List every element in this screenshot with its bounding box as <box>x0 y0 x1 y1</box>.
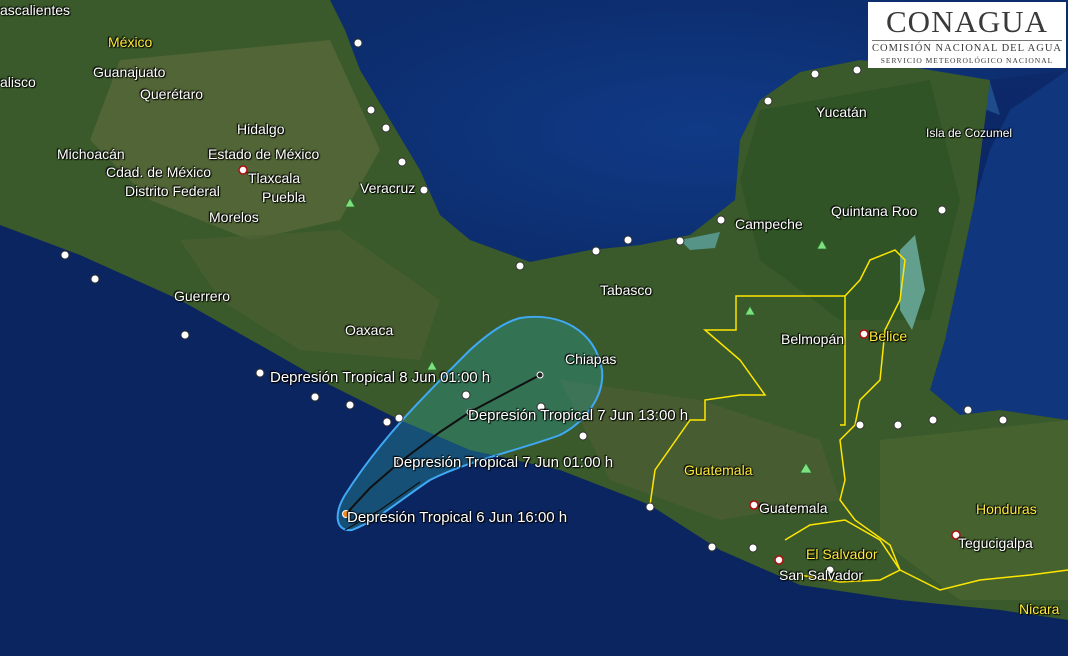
label-guatemala-city[interactable]: Guatemala <box>759 500 827 516</box>
label-san-salvador[interactable]: San Salvador <box>779 567 863 583</box>
city-marker[interactable] <box>810 69 820 79</box>
label-jalisco[interactable]: alisco <box>0 74 36 90</box>
city-marker[interactable] <box>419 185 429 195</box>
city-marker[interactable] <box>937 205 947 215</box>
track-label-8jun[interactable]: Depresión Tropical 8 Jun 01:00 h <box>270 370 490 386</box>
city-marker[interactable] <box>998 415 1008 425</box>
label-queretaro[interactable]: Querétaro <box>140 86 203 102</box>
label-chiapas[interactable]: Chiapas <box>565 351 616 367</box>
label-yucatan[interactable]: Yucatán <box>816 104 867 120</box>
city-marker[interactable] <box>645 502 655 512</box>
city-marker[interactable] <box>381 123 391 133</box>
label-tlaxcala[interactable]: Tlaxcala <box>248 170 300 186</box>
label-guerrero[interactable]: Guerrero <box>174 288 230 304</box>
label-aguascalientes[interactable]: ascalientes <box>0 2 70 18</box>
city-marker[interactable] <box>180 330 190 340</box>
track-label-7jun13[interactable]: Depresión Tropical 7 Jun 13:00 h <box>468 408 688 424</box>
label-michoacan[interactable]: Michoacán <box>57 146 125 162</box>
label-quintana-roo[interactable]: Quintana Roo <box>831 203 917 219</box>
city-marker[interactable] <box>928 415 938 425</box>
conagua-logo: CONAGUA COMISIÓN NACIONAL DEL AGUA SERVI… <box>868 2 1066 68</box>
label-belmopan[interactable]: Belmopán <box>781 331 844 347</box>
label-morelos[interactable]: Morelos <box>209 209 259 225</box>
city-marker[interactable] <box>310 392 320 402</box>
city-marker[interactable] <box>675 236 685 246</box>
label-veracruz[interactable]: Veracruz <box>360 180 415 196</box>
track-label-6jun16[interactable]: Depresión Tropical 6 Jun 16:00 h <box>347 510 567 526</box>
label-edomex[interactable]: Estado de México <box>208 146 319 162</box>
track-label-7jun01[interactable]: Depresión Tropical 7 Jun 01:00 h <box>393 455 613 471</box>
track-point-8jun[interactable] <box>536 371 544 379</box>
city-marker[interactable] <box>623 235 633 245</box>
city-marker[interactable] <box>963 405 973 415</box>
label-honduras[interactable]: Honduras <box>976 501 1037 517</box>
city-marker[interactable] <box>255 368 265 378</box>
label-cozumel[interactable]: Isla de Cozumel <box>926 125 1012 141</box>
city-marker[interactable] <box>763 96 773 106</box>
logo-line1: COMISIÓN NACIONAL DEL AGUA <box>871 43 1062 54</box>
city-marker[interactable] <box>855 420 865 430</box>
city-marker[interactable] <box>397 157 407 167</box>
city-marker[interactable] <box>515 261 525 271</box>
label-nicaragua[interactable]: Nicara <box>1019 601 1059 617</box>
city-marker[interactable] <box>461 390 471 400</box>
city-marker[interactable] <box>382 417 392 427</box>
capital-marker-guatemala[interactable] <box>749 500 759 510</box>
label-oaxaca[interactable]: Oaxaca <box>345 322 393 338</box>
label-guatemala-country[interactable]: Guatemala <box>684 462 752 478</box>
label-tabasco[interactable]: Tabasco <box>600 282 652 298</box>
capital-marker-san-salvador[interactable] <box>774 555 784 565</box>
logo-name: CONAGUA <box>886 4 1048 39</box>
city-marker[interactable] <box>852 65 862 75</box>
label-df[interactable]: Distrito Federal <box>125 183 220 199</box>
logo-line2: SERVICIO METEOROLÓGICO NACIONAL <box>880 56 1054 65</box>
label-cdmx[interactable]: Cdad. de México <box>106 164 211 180</box>
city-marker[interactable] <box>893 420 903 430</box>
city-marker[interactable] <box>353 38 363 48</box>
capital-marker-mexico-city[interactable] <box>238 165 248 175</box>
label-tegucigalpa[interactable]: Tegucigalpa <box>958 535 1033 551</box>
label-el-salvador[interactable]: El Salvador <box>806 546 878 562</box>
city-marker[interactable] <box>60 250 70 260</box>
city-marker[interactable] <box>394 413 404 423</box>
city-marker[interactable] <box>345 400 355 410</box>
city-marker[interactable] <box>90 274 100 284</box>
city-marker[interactable] <box>591 246 601 256</box>
city-marker[interactable] <box>707 542 717 552</box>
label-campeche[interactable]: Campeche <box>735 216 803 232</box>
label-hidalgo[interactable]: Hidalgo <box>237 121 284 137</box>
city-marker[interactable] <box>748 543 758 553</box>
logo-rule <box>872 40 1062 41</box>
label-belice[interactable]: Belice <box>869 328 907 344</box>
city-marker[interactable] <box>366 105 376 115</box>
capital-marker-belmopan[interactable] <box>859 329 869 339</box>
city-marker[interactable] <box>578 431 588 441</box>
label-guanajuato[interactable]: Guanajuato <box>93 64 165 80</box>
city-marker[interactable] <box>716 215 726 225</box>
label-puebla[interactable]: Puebla <box>262 189 306 205</box>
label-mexico[interactable]: México <box>108 34 152 50</box>
